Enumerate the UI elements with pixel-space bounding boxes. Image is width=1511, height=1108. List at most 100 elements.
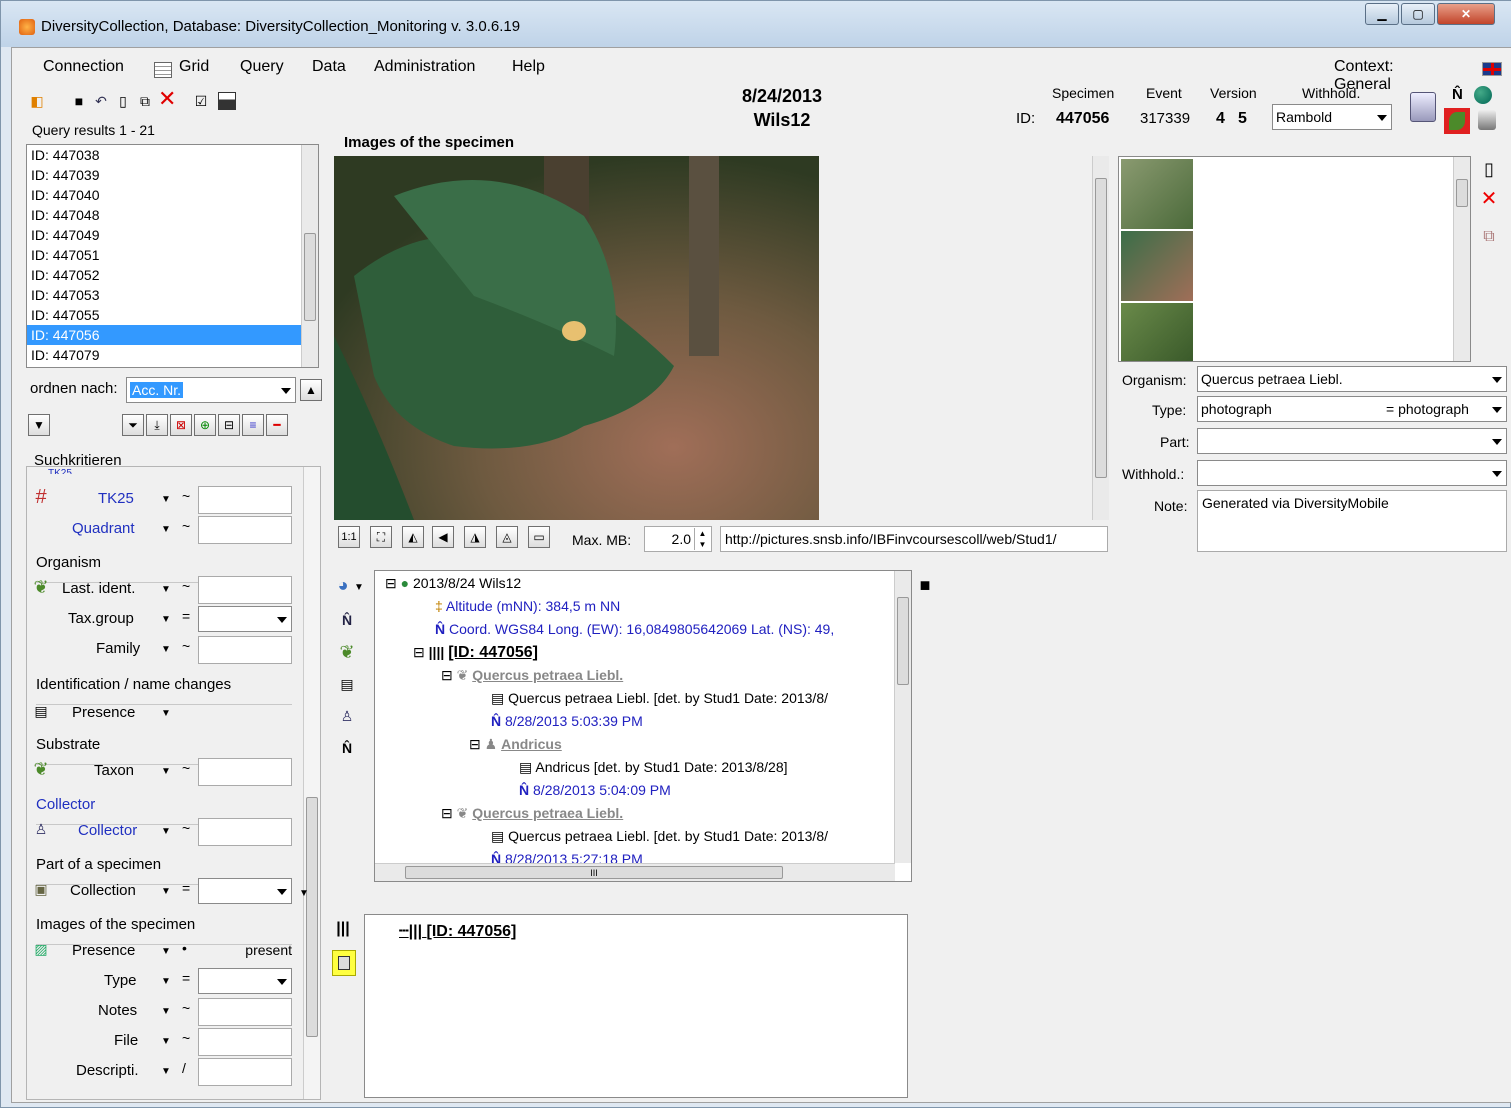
criteria-scrollbar[interactable] <box>303 467 320 1099</box>
close-button[interactable]: ✕ <box>1437 3 1495 25</box>
tree-node-unit3[interactable]: ⊟ ❦ Quercus petraea Liebl. <box>441 805 623 822</box>
leaf-icon[interactable]: ❦ <box>338 643 356 661</box>
criteria-select-collection[interactable] <box>198 878 292 904</box>
filter-list-icon[interactable]: ⊟ <box>218 414 240 436</box>
criteria-input-quadrant[interactable] <box>198 516 292 544</box>
tree-scrollbar-v[interactable] <box>894 571 911 863</box>
menu-administration[interactable]: Administration <box>374 58 475 76</box>
timestamp-icon[interactable]: N̂ <box>338 739 356 757</box>
chevron-down-icon[interactable]: ▼ <box>158 824 174 840</box>
menu-connection[interactable]: Connection <box>43 58 124 76</box>
query-result-row[interactable]: ID: 447056 <box>27 325 303 345</box>
tree-node-date1[interactable]: N̂ 8/28/2013 5:03:39 PM <box>491 713 643 729</box>
image-properties-icon[interactable]: ⧉ <box>1480 228 1498 246</box>
delete-image-icon[interactable]: ✕ <box>1480 189 1498 209</box>
undo-icon[interactable]: ↶ <box>92 92 110 110</box>
chevron-down-icon[interactable]: ▼ <box>158 764 174 780</box>
chevron-down-icon[interactable]: ▼ <box>354 582 364 593</box>
list-icon[interactable]: ≡ <box>242 414 264 436</box>
north-icon[interactable]: N̂ <box>1452 86 1463 103</box>
sort-up-button[interactable]: ▲ <box>300 379 322 401</box>
tree-node-unit1[interactable]: ⊟ ❦ Quercus petraea Liebl. <box>441 667 623 684</box>
document-icon[interactable]: ▤ <box>338 675 356 693</box>
globe-icon[interactable] <box>1474 86 1492 104</box>
thumbnail-scrollbar[interactable] <box>1453 157 1470 361</box>
tree-node-altitude[interactable]: ‡ Altitude (mNN): 384,5 m NN <box>435 598 620 614</box>
person-icon[interactable]: ♙ <box>338 707 356 725</box>
note-textarea[interactable]: Generated via DiversityMobile <box>1197 490 1507 552</box>
panel-icon[interactable] <box>218 92 236 110</box>
chevron-down-icon[interactable]: ▼ <box>158 1064 174 1080</box>
withhold-select[interactable]: Rambold <box>1272 104 1392 130</box>
specimen-tree[interactable]: ⊟ ● 2013/8/24 Wils12 ‡ Altitude (mNN): 38… <box>374 570 912 882</box>
north-icon[interactable]: N̂ <box>338 611 356 629</box>
filter-icon[interactable]: ⏷ <box>122 414 144 436</box>
criteria-input-taxon[interactable] <box>198 758 292 786</box>
criteria-input-tk25[interactable] <box>198 486 292 514</box>
globe-dropdown-icon[interactable]: ◕ <box>334 576 352 594</box>
chevron-down-icon[interactable]: ▼ <box>158 522 174 538</box>
menu-help[interactable]: Help <box>512 58 545 76</box>
query-list-scrollbar[interactable] <box>301 145 318 367</box>
fit-icon[interactable]: ⛶ <box>370 526 392 548</box>
criteria-select-img_type[interactable] <box>198 968 292 994</box>
thumbnail-1[interactable] <box>1121 159 1193 229</box>
order-select[interactable]: Acc. Nr. <box>126 377 296 403</box>
chevron-down-icon[interactable]: ▼ <box>158 884 174 900</box>
filter-remove-icon[interactable]: ⊠ <box>170 414 192 436</box>
query-result-row[interactable]: ID: 447052 <box>27 265 303 285</box>
criteria-input-img_descr[interactable] <box>198 1058 292 1086</box>
chevron-down-icon[interactable]: ▼ <box>158 612 174 628</box>
form-icon[interactable] <box>1410 92 1436 122</box>
new-image-icon[interactable]: ▯ <box>1480 160 1498 178</box>
thumbnail-3[interactable] <box>1121 303 1193 361</box>
tree-node-date2[interactable]: N̂ 8/28/2013 5:04:09 PM <box>519 782 671 798</box>
query-result-row[interactable]: ID: 447053 <box>27 285 303 305</box>
delete-icon[interactable]: ✕ <box>158 88 176 110</box>
spinner-icon[interactable]: ▲ ▼ <box>694 528 710 550</box>
collapse-button[interactable]: ▼ <box>28 414 50 436</box>
barcode-icon[interactable]: ||| <box>334 920 352 938</box>
rotate-right-icon[interactable]: ◬ <box>496 526 518 548</box>
query-result-row[interactable]: ID: 447055 <box>27 305 303 325</box>
thumbnail-list[interactable] <box>1118 156 1471 362</box>
chevron-down-icon[interactable]: ▼ <box>158 706 174 722</box>
flip-vertical-icon[interactable]: ◀ <box>432 526 454 548</box>
chevron-down-icon[interactable]: ▼ <box>296 886 312 902</box>
query-result-row[interactable]: ID: 447079 <box>27 345 303 365</box>
criteria-input-img_file[interactable] <box>198 1028 292 1056</box>
query-result-row[interactable]: ID: 447049 <box>27 225 303 245</box>
part-select[interactable] <box>1197 428 1507 454</box>
tree-node-event[interactable]: ⊟ ● 2013/8/24 Wils12 <box>385 575 521 592</box>
query-result-row[interactable]: ID: 447039 <box>27 165 303 185</box>
chevron-down-icon[interactable]: ▼ <box>158 1034 174 1050</box>
menu-grid[interactable]: Grid <box>179 58 209 76</box>
save-tree-icon[interactable]: ■ <box>916 576 934 594</box>
new-icon[interactable]: ▯ <box>114 92 132 110</box>
chevron-down-icon[interactable]: ▼ <box>158 492 174 508</box>
organism-select[interactable]: Quercus petraea Liebl. <box>1197 366 1507 392</box>
thumbnail-2[interactable] <box>1121 231 1193 301</box>
query-result-row[interactable]: ID: 447048 <box>27 205 303 225</box>
query-result-row[interactable]: ID: 447051 <box>27 245 303 265</box>
chevron-down-icon[interactable]: ▼ <box>158 582 174 598</box>
query-icon[interactable]: ◧ <box>28 92 46 110</box>
chevron-down-icon[interactable]: ▼ <box>158 642 174 658</box>
withhold-image-select[interactable] <box>1197 460 1507 486</box>
printer-icon[interactable] <box>1478 110 1496 130</box>
query-result-row[interactable]: ID: 447040 <box>27 185 303 205</box>
photo-scrollbar[interactable] <box>1092 156 1109 520</box>
remove-icon[interactable]: ━ <box>266 414 288 436</box>
tree-node-coord[interactable]: N̂ Coord. WGS84 Long. (EW): 16,084980564… <box>435 621 834 637</box>
maximize-button[interactable]: ▢ <box>1401 3 1435 25</box>
taxon-icon[interactable] <box>1444 108 1470 134</box>
menu-query[interactable]: Query <box>240 58 284 76</box>
language-flag-icon[interactable] <box>1482 62 1502 76</box>
menu-data[interactable]: Data <box>312 58 346 76</box>
image-url-field[interactable]: http://pictures.snsb.info/IBFinvcoursesc… <box>720 526 1108 552</box>
tree-node-unit2[interactable]: ⊟ ♟ Andricus <box>469 736 562 753</box>
type-select[interactable]: photograph = photograph <box>1197 396 1507 422</box>
criteria-input-img_notes[interactable] <box>198 998 292 1026</box>
filter-add-icon[interactable]: ⤓ <box>146 414 168 436</box>
criteria-select-taxgroup[interactable] <box>198 606 292 632</box>
